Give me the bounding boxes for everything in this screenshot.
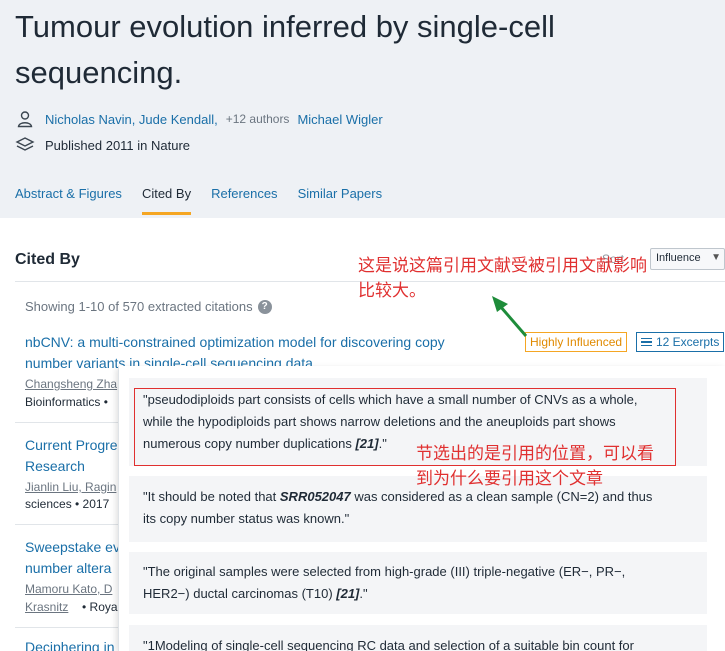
- citing-paper-authors[interactable]: Changsheng Zha: [25, 377, 117, 391]
- help-icon[interactable]: ?: [257, 299, 272, 314]
- section-heading: Cited By: [15, 251, 80, 268]
- citation-count: Showing 1-10 of 570 extracted citations …: [25, 299, 272, 314]
- sample-id: SRR052047: [279, 489, 351, 504]
- author-links[interactable]: Nicholas Navin, Jude Kendall,: [45, 112, 218, 127]
- excerpt-line: "The original samples were selected from…: [143, 564, 626, 579]
- row-divider: [15, 627, 125, 628]
- title-line: Sweepstake ev: [25, 539, 120, 555]
- tab-cited-by[interactable]: Cited By: [141, 186, 192, 215]
- citation-count-text: Showing 1-10 of 570 extracted citations: [25, 299, 253, 314]
- published-info: Published 2011 in Nature: [45, 137, 191, 153]
- excerpt-card: "1Modeling of single-cell sequencing RC …: [129, 625, 707, 651]
- sort-select[interactable]: Influence ▼: [650, 248, 725, 270]
- more-authors-link[interactable]: +12 authors: [226, 112, 290, 126]
- venue-row: Published 2011 in Nature: [15, 135, 190, 155]
- citing-paper-venue: Bioinformatics •: [25, 395, 108, 409]
- tab-similar-papers[interactable]: Similar Papers: [298, 186, 383, 213]
- title-line: Current Progre: [25, 437, 118, 453]
- annotation-excerpt: 节选出的是引用的位置，可以看 到为什么要引用这个文章: [416, 444, 654, 488]
- list-icon: [641, 336, 652, 349]
- tab-abstract-figures[interactable]: Abstract & Figures: [15, 186, 122, 213]
- last-author-link[interactable]: Michael Wigler: [297, 112, 382, 127]
- citing-paper-title[interactable]: Current Progre Research: [25, 435, 118, 477]
- excerpts-button[interactable]: 12 Excerpts: [636, 332, 725, 352]
- excerpts-label: 12 Excerpts: [656, 335, 720, 349]
- excerpt-card: "The original samples were selected from…: [129, 552, 707, 614]
- row-divider: [15, 422, 125, 423]
- citing-paper-authors[interactable]: Mamoru Kato, D: [25, 582, 112, 596]
- sort-value: Influence: [656, 252, 701, 264]
- paper-title: Tumour evolution inferred by single-cell…: [15, 9, 555, 90]
- excerpt-line: "1Modeling of single-cell sequencing RC …: [143, 638, 634, 651]
- annotation-arrow-icon: [492, 296, 528, 337]
- tab-references[interactable]: References: [211, 186, 277, 213]
- chevron-down-icon: ▼: [711, 252, 721, 263]
- excerpt-line: its copy number status was known.": [143, 511, 350, 526]
- citing-paper-venue: sciences • 2017: [25, 497, 110, 511]
- excerpt-line: HER2−) ductal carcinomas (T10) [21].": [143, 586, 368, 601]
- title-line: nbCNV: a multi-constrained optimization …: [25, 334, 445, 350]
- paper-header: Tumour evolution inferred by single-cell…: [0, 0, 725, 218]
- title-line: number altera: [25, 560, 112, 576]
- title-line: Deciphering in: [25, 639, 115, 651]
- person-icon: [15, 109, 35, 129]
- reference-marker: [21]: [336, 586, 360, 601]
- authors-row: Nicholas Navin, Jude Kendall, +12 author…: [15, 109, 383, 129]
- citing-paper-venue: • Royal: [82, 600, 121, 614]
- citing-paper-authors[interactable]: Krasnitz: [25, 600, 68, 614]
- highly-influenced-badge: Highly Influenced: [525, 332, 628, 352]
- citing-paper-title[interactable]: Deciphering in: [25, 637, 115, 651]
- layers-icon: [15, 135, 35, 155]
- row-divider: [15, 524, 125, 525]
- paper-tabs: Abstract & Figures Cited By References S…: [15, 186, 402, 215]
- citing-paper-authors[interactable]: Jianlin Liu, Ragin: [25, 480, 116, 494]
- citing-paper-title[interactable]: Sweepstake ev number altera: [25, 537, 120, 579]
- title-line: Research: [25, 458, 85, 474]
